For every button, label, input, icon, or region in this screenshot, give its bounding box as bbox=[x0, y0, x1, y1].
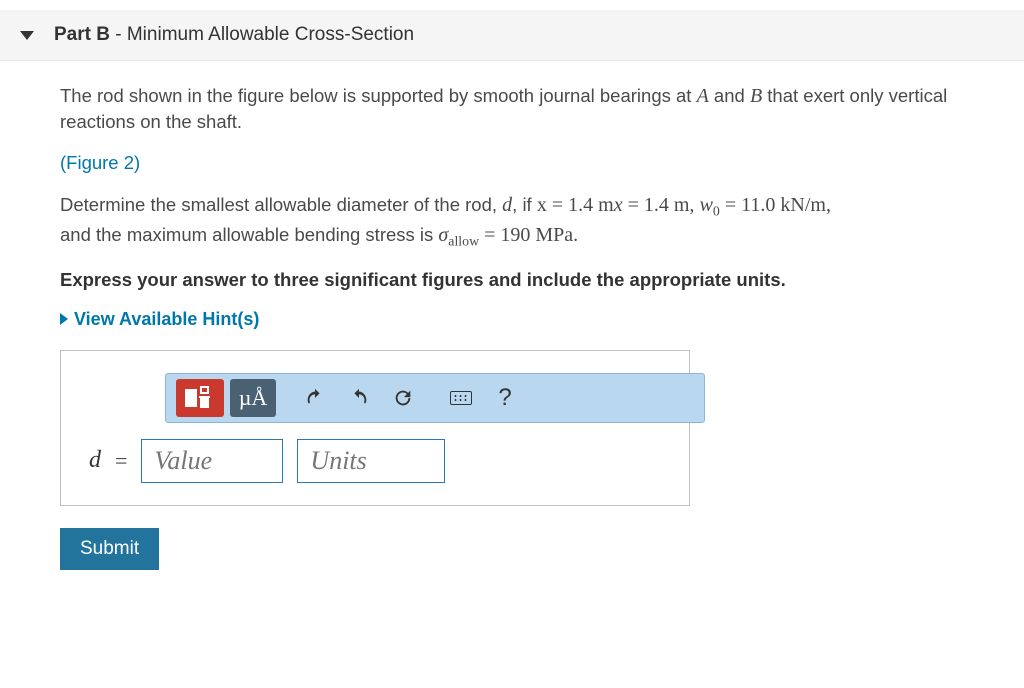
keyboard-icon bbox=[450, 391, 472, 405]
answer-variable: d bbox=[89, 447, 101, 474]
value-input[interactable] bbox=[141, 439, 283, 483]
units-button[interactable]: µÅ bbox=[230, 379, 276, 417]
template-icon bbox=[185, 386, 215, 410]
undo-icon bbox=[304, 387, 326, 409]
redo-button[interactable] bbox=[340, 379, 378, 417]
units-input[interactable] bbox=[297, 439, 445, 483]
redo-icon bbox=[348, 387, 370, 409]
caret-right-icon bbox=[60, 313, 68, 325]
help-button[interactable]: ? bbox=[486, 379, 524, 417]
problem-determine: Determine the smallest allowable diamete… bbox=[60, 192, 964, 253]
part-title: Part B - Minimum Allowable Cross-Section bbox=[54, 24, 414, 46]
caret-down-icon bbox=[20, 31, 34, 40]
reset-icon bbox=[392, 387, 414, 409]
templates-button[interactable] bbox=[176, 379, 224, 417]
equation-toolbar: µÅ ? bbox=[165, 373, 705, 423]
part-header[interactable]: Part B - Minimum Allowable Cross-Section bbox=[0, 10, 1024, 61]
equals-sign: = bbox=[115, 448, 127, 474]
reset-button[interactable] bbox=[384, 379, 422, 417]
view-hints-toggle[interactable]: View Available Hint(s) bbox=[60, 309, 964, 330]
keyboard-button[interactable] bbox=[442, 379, 480, 417]
express-instruction: Express your answer to three significant… bbox=[60, 269, 964, 291]
figure-link[interactable]: (Figure 2) bbox=[60, 152, 140, 173]
answer-box: µÅ ? d bbox=[60, 350, 690, 506]
submit-button[interactable]: Submit bbox=[60, 528, 159, 570]
undo-button[interactable] bbox=[296, 379, 334, 417]
problem-intro: The rod shown in the figure below is sup… bbox=[60, 83, 964, 135]
